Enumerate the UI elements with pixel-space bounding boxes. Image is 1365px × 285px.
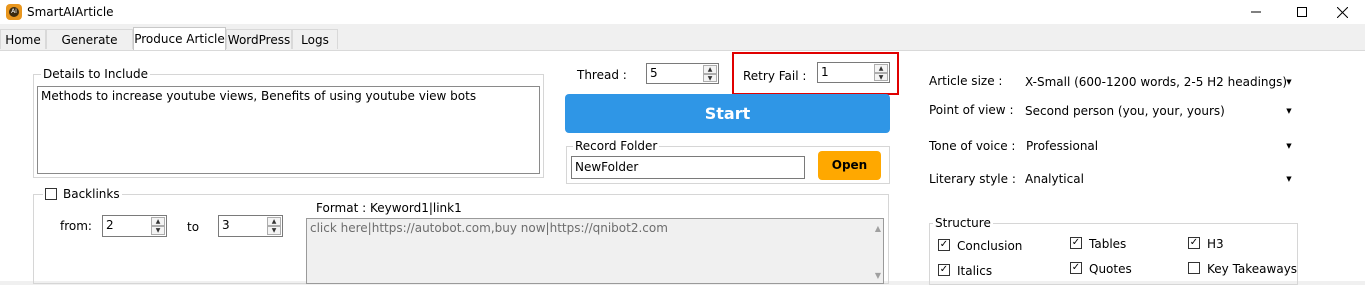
point-of-view-label: Point of view : <box>929 103 1014 117</box>
retry-value: 1 <box>821 65 829 79</box>
tab-wordpress[interactable]: WordPress <box>226 29 292 49</box>
article-size-label: Article size : <box>929 74 1003 88</box>
from-down-icon[interactable]: ▼ <box>151 226 165 235</box>
literary-label: Literary style : <box>929 172 1016 186</box>
article-size-select[interactable]: X-Small (600-1200 words, 2-5 H2 headings… <box>1025 71 1297 93</box>
h3-label: H3 <box>1207 237 1224 251</box>
to-label: to <box>187 220 200 234</box>
to-up-icon[interactable]: ▲ <box>267 217 281 226</box>
retry-up-icon[interactable]: ▲ <box>874 64 888 73</box>
backlinks-checkbox[interactable] <box>45 188 57 200</box>
from-value: 2 <box>106 218 114 232</box>
tables-checkbox[interactable]: ✓ <box>1070 237 1082 249</box>
article-size-value: X-Small (600-1200 words, 2-5 H2 headings… <box>1025 75 1288 89</box>
record-folder-input[interactable]: NewFolder <box>571 156 805 179</box>
backlinks-legend: Backlinks <box>63 187 120 201</box>
tab-generate-title[interactable]: Generate Title <box>46 29 133 67</box>
key-takeaways-checkbox[interactable] <box>1188 262 1200 274</box>
close-icon[interactable] <box>1319 0 1365 24</box>
record-folder-legend: Record Folder <box>573 139 660 153</box>
chevron-down-icon: ▼ <box>1286 175 1292 183</box>
retry-stepper[interactable]: 1 ▲ ▼ <box>817 62 890 83</box>
point-of-view-value: Second person (you, your, yours) <box>1025 104 1225 118</box>
quotes-checkbox[interactable]: ✓ <box>1070 262 1082 274</box>
chevron-down-icon: ▼ <box>1286 78 1292 86</box>
format-label: Format : Keyword1|link1 <box>316 201 462 215</box>
conclusion-label: Conclusion <box>957 239 1023 253</box>
from-stepper[interactable]: 2 ▲ ▼ <box>102 215 167 237</box>
scroll-up-icon[interactable]: ▲ <box>875 224 881 233</box>
structure-legend: Structure <box>933 216 993 230</box>
thread-up-icon[interactable]: ▲ <box>703 65 717 74</box>
from-up-icon[interactable]: ▲ <box>151 217 165 226</box>
start-button[interactable]: Start <box>565 94 890 133</box>
backlinks-text: click here|https://autobot.com,buy now|h… <box>310 221 668 235</box>
tone-label: Tone of voice : <box>929 139 1016 153</box>
tab-logs[interactable]: Logs <box>292 29 338 49</box>
open-button[interactable]: Open <box>818 151 881 180</box>
details-legend: Details to Include <box>41 67 150 81</box>
window-title: SmartAIArticle <box>27 5 114 19</box>
from-label: from: <box>60 219 92 233</box>
to-value: 3 <box>222 218 230 232</box>
quotes-label: Quotes <box>1089 262 1132 276</box>
record-folder-value: NewFolder <box>575 160 639 174</box>
chevron-down-icon: ▼ <box>1286 107 1292 115</box>
chevron-down-icon: ▼ <box>1286 142 1292 150</box>
thread-value: 5 <box>650 66 658 80</box>
retry-label: Retry Fail : <box>743 69 807 83</box>
app-logo-icon: AI <box>6 4 22 20</box>
backlinks-textarea[interactable]: click here|https://autobot.com,buy now|h… <box>306 218 884 284</box>
tone-select[interactable]: Professional ▼ <box>1026 135 1297 157</box>
thread-stepper[interactable]: 5 ▲ ▼ <box>646 63 719 84</box>
italics-label: Italics <box>957 264 993 278</box>
title-bar: AI SmartAIArticle <box>0 0 1365 24</box>
point-of-view-select[interactable]: Second person (you, your, yours) ▼ <box>1025 100 1297 122</box>
literary-select[interactable]: Analytical ▼ <box>1025 168 1297 190</box>
details-textarea[interactable]: Methods to increase youtube views, Benef… <box>37 86 540 174</box>
retry-down-icon[interactable]: ▼ <box>874 72 888 81</box>
tab-home[interactable]: Home <box>0 29 46 49</box>
key-takeaways-label: Key Takeaways <box>1207 262 1298 276</box>
tables-label: Tables <box>1089 237 1127 251</box>
italics-checkbox[interactable]: ✓ <box>938 264 950 276</box>
to-down-icon[interactable]: ▼ <box>267 226 281 235</box>
thread-down-icon[interactable]: ▼ <box>703 73 717 82</box>
conclusion-checkbox[interactable]: ✓ <box>938 239 950 251</box>
to-stepper[interactable]: 3 ▲ ▼ <box>218 215 283 237</box>
minimize-icon[interactable] <box>1233 0 1279 24</box>
backlinks-legend-wrap: Backlinks <box>43 187 122 201</box>
literary-value: Analytical <box>1025 172 1084 186</box>
scroll-down-icon[interactable]: ▼ <box>875 271 881 280</box>
details-text: Methods to increase youtube views, Benef… <box>41 89 477 103</box>
tone-value: Professional <box>1026 139 1099 153</box>
h3-checkbox[interactable]: ✓ <box>1188 237 1200 249</box>
tab-produce-article[interactable]: Produce Article <box>133 27 226 50</box>
thread-label: Thread : <box>577 68 627 82</box>
